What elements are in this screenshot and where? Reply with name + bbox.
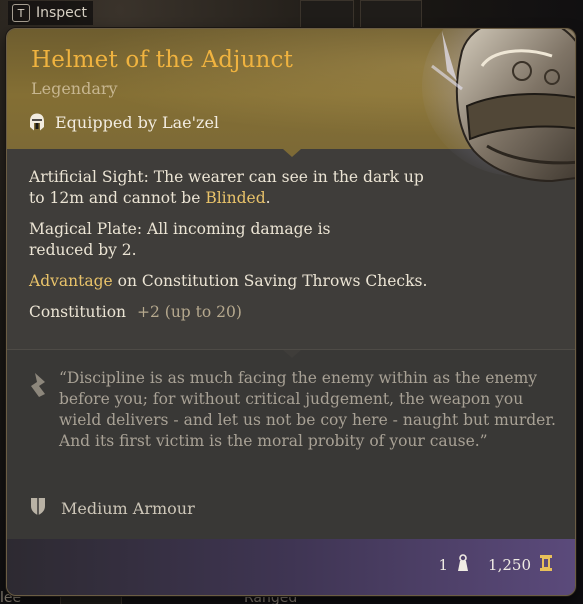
- keyword-blinded[interactable]: Blinded: [205, 189, 265, 207]
- weight-value: 1: [438, 556, 449, 574]
- ability-cap: (up to 20): [164, 303, 242, 321]
- divider-arrow: [283, 350, 301, 358]
- inspect-label: Inspect: [36, 5, 87, 21]
- inventory-slot[interactable]: [300, 0, 354, 28]
- footer-stats: 1 1,250: [439, 554, 554, 576]
- property-artificial-sight: Artificial Sight: The wearer can see in …: [29, 167, 429, 209]
- property-advantage: Advantage on Constitution Saving Throws …: [29, 271, 449, 292]
- inspect-hint[interactable]: T Inspect: [8, 1, 93, 25]
- helmet-artwork: [402, 29, 575, 191]
- punctuation: .: [265, 189, 271, 207]
- equipped-by-text: Equipped by Lae'zel: [55, 112, 220, 132]
- armour-type-row: Medium Armour: [29, 496, 195, 520]
- property-description: on Constitution Saving Throws Checks.: [117, 272, 428, 290]
- shield-icon: [29, 496, 47, 520]
- gold-icon: [539, 554, 553, 576]
- item-tooltip: Helmet of the Adjunct Legendary Equipped…: [6, 28, 576, 596]
- equipped-row: Equipped by Lae'zel: [27, 112, 219, 132]
- quote-icon: [29, 372, 49, 402]
- ability-bonus: +2: [136, 303, 160, 321]
- flavor-section: “Discipline is as much facing the enemy …: [7, 349, 575, 542]
- game-scene: lee Ranged T Inspect Helmet of the Adjun…: [0, 0, 583, 604]
- inventory-slot[interactable]: [60, 596, 122, 604]
- flavor-quote: “Discipline is as much facing the enemy …: [59, 369, 556, 450]
- armour-type: Medium Armour: [61, 498, 195, 518]
- property-magical-plate: Magical Plate: All incoming damage is re…: [29, 219, 359, 261]
- gold-value: 1,250: [488, 556, 531, 574]
- properties-text: Artificial Sight: The wearer can see in …: [29, 167, 429, 333]
- item-rarity: Legendary: [31, 79, 118, 98]
- ability-name: Constitution: [29, 303, 127, 321]
- divider-arrow: [283, 149, 301, 157]
- key-icon: T: [12, 4, 30, 22]
- ability-bonus-row: Constitution +2 (up to 20): [29, 302, 429, 323]
- property-name: Artificial Sight:: [29, 168, 149, 186]
- keyword-advantage[interactable]: Advantage: [29, 272, 113, 290]
- property-name: Magical Plate:: [29, 220, 143, 238]
- tooltip-footer: 1 1,250: [7, 539, 575, 595]
- item-name: Helmet of the Adjunct: [31, 47, 294, 73]
- helmet-icon: [27, 112, 47, 132]
- inventory-slot[interactable]: [360, 0, 422, 28]
- weight-icon: [456, 554, 470, 576]
